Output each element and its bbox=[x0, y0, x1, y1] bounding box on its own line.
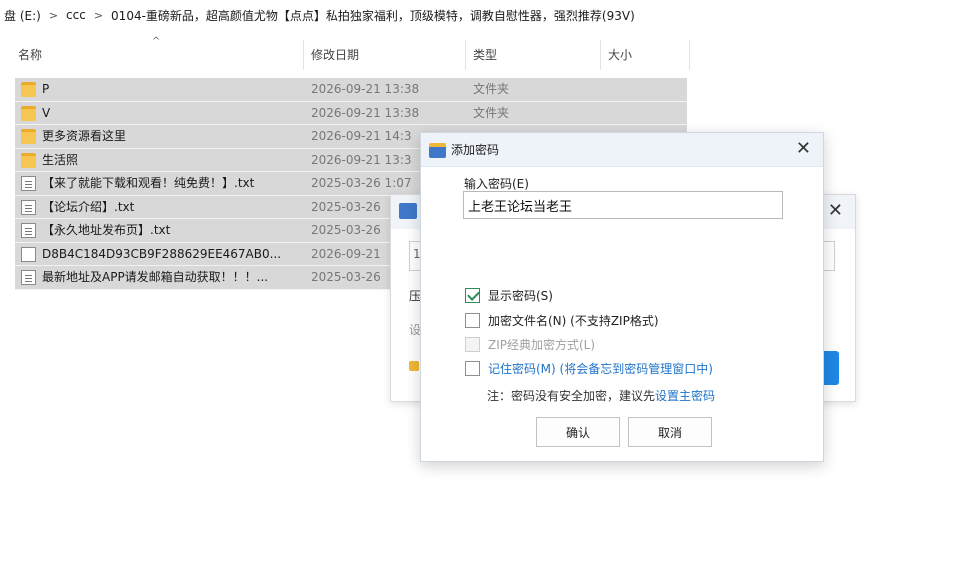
breadcrumb-folder-ccc[interactable]: ccc bbox=[62, 8, 90, 22]
column-divider[interactable] bbox=[303, 40, 304, 70]
chevron-right-icon: > bbox=[93, 8, 104, 22]
encrypt-filenames-option[interactable]: 加密文件名(N) (不支持ZIP格式) bbox=[465, 311, 659, 329]
file-date: 2026-09-21 13:38 bbox=[311, 82, 420, 96]
column-divider[interactable] bbox=[689, 40, 690, 70]
dialog-titlebar: 添加密码 ✕ bbox=[421, 133, 823, 167]
app-logo-icon bbox=[429, 143, 446, 158]
file-date: 2025-03-26 bbox=[311, 223, 381, 237]
security-note-text: 注：密码没有安全加密，建议先 bbox=[487, 389, 656, 403]
file-row[interactable]: P 2026-09-21 13:38 文件夹 bbox=[15, 78, 687, 102]
folder-icon bbox=[21, 82, 36, 97]
lock-icon bbox=[409, 361, 419, 371]
folder-icon bbox=[21, 129, 36, 144]
column-header-type[interactable]: 类型 bbox=[469, 42, 599, 68]
file-date: 2026-09-21 13:38 bbox=[311, 105, 420, 120]
file-name: 【来了就能下载和观看！纯免费！】.txt bbox=[42, 176, 255, 190]
txt-file-icon bbox=[21, 176, 36, 191]
txt-file-icon bbox=[21, 199, 36, 215]
file-name: 更多资源看这里 bbox=[42, 129, 127, 143]
folder-icon bbox=[21, 105, 36, 121]
file-name: D8B4C184D93CB9F288629EE467AB0... bbox=[42, 246, 282, 261]
column-header-name[interactable]: 名称 bbox=[14, 42, 302, 68]
file-date: 2026-09-21 14:3 bbox=[311, 129, 412, 143]
file-name: P bbox=[42, 82, 50, 96]
txt-file-icon bbox=[21, 270, 36, 285]
blank-file-icon bbox=[21, 246, 36, 262]
close-icon[interactable]: ✕ bbox=[828, 200, 843, 221]
remember-password-option[interactable]: 记住密码(M) (将会备忘到密码管理窗口中) bbox=[465, 359, 713, 377]
file-name: 生活照 bbox=[42, 152, 79, 167]
file-row[interactable]: V 2026-09-21 13:38 文件夹 bbox=[15, 101, 687, 125]
password-input[interactable] bbox=[463, 191, 783, 219]
column-divider[interactable] bbox=[600, 40, 601, 70]
encrypt-filenames-label: 加密文件名(N) (不支持ZIP格式) bbox=[488, 313, 659, 328]
file-type: 文件夹 bbox=[473, 105, 510, 120]
close-icon[interactable]: ✕ bbox=[796, 138, 811, 159]
remember-password-checkbox[interactable] bbox=[465, 360, 480, 376]
breadcrumb: 盘 (E:) > ccc > 0104-重磅新品，超高颜值尤物【点点】私拍独家福… bbox=[0, 0, 960, 30]
add-password-dialog: 添加密码 ✕ 输入密码(E) 显示密码(S) 加密文件名(N) (不支持ZIP格… bbox=[420, 132, 824, 462]
remember-password-label[interactable]: 记住密码(M) (将会备忘到密码管理窗口中) bbox=[488, 360, 713, 377]
confirm-button[interactable]: 确认 bbox=[536, 417, 620, 447]
set-master-password-link[interactable]: 设置主密码 bbox=[655, 389, 715, 403]
dialog-title: 添加密码 bbox=[451, 143, 500, 157]
show-password-label: 显示密码(S) bbox=[488, 288, 553, 303]
cancel-button[interactable]: 取消 bbox=[628, 417, 712, 447]
show-password-option[interactable]: 显示密码(S) bbox=[465, 286, 553, 304]
column-header-size[interactable]: 大小 bbox=[604, 42, 688, 68]
column-header-date[interactable]: 修改日期 bbox=[307, 42, 465, 68]
file-name: V bbox=[42, 105, 51, 120]
breadcrumb-current-folder[interactable]: 0104-重磅新品，超高颜值尤物【点点】私拍独家福利，顶级模特，调教自慰性器，强… bbox=[107, 7, 639, 24]
security-note: 注：密码没有安全加密，建议先设置主密码 bbox=[487, 387, 715, 404]
txt-file-icon bbox=[21, 223, 36, 238]
zip-legacy-option: ZIP经典加密方式(L) bbox=[465, 335, 595, 353]
file-type: 文件夹 bbox=[473, 82, 510, 96]
file-date: 2025-03-26 bbox=[311, 270, 381, 284]
show-password-checkbox[interactable] bbox=[465, 287, 480, 303]
file-name: 【永久地址发布页】.txt bbox=[42, 223, 171, 237]
file-date: 2026-09-21 13:3 bbox=[311, 152, 412, 167]
column-divider[interactable] bbox=[465, 40, 466, 70]
file-name: 最新地址及APP请发邮箱自动获取！！！... bbox=[42, 270, 269, 284]
zip-legacy-label: ZIP经典加密方式(L) bbox=[488, 337, 596, 352]
file-date: 2025-03-26 1:07 bbox=[311, 176, 412, 190]
file-date: 2026-09-21 bbox=[311, 246, 381, 261]
zip-legacy-checkbox bbox=[465, 336, 480, 352]
chevron-right-icon: > bbox=[48, 8, 59, 22]
file-name: 【论坛介绍】.txt bbox=[42, 199, 135, 214]
app-logo-icon bbox=[399, 203, 417, 219]
breadcrumb-drive[interactable]: 盘 (E:) bbox=[0, 7, 45, 24]
folder-icon bbox=[21, 152, 36, 168]
encrypt-filenames-checkbox[interactable] bbox=[465, 312, 480, 328]
file-date: 2025-03-26 bbox=[311, 199, 381, 214]
password-label: 输入密码(E) bbox=[464, 177, 529, 191]
